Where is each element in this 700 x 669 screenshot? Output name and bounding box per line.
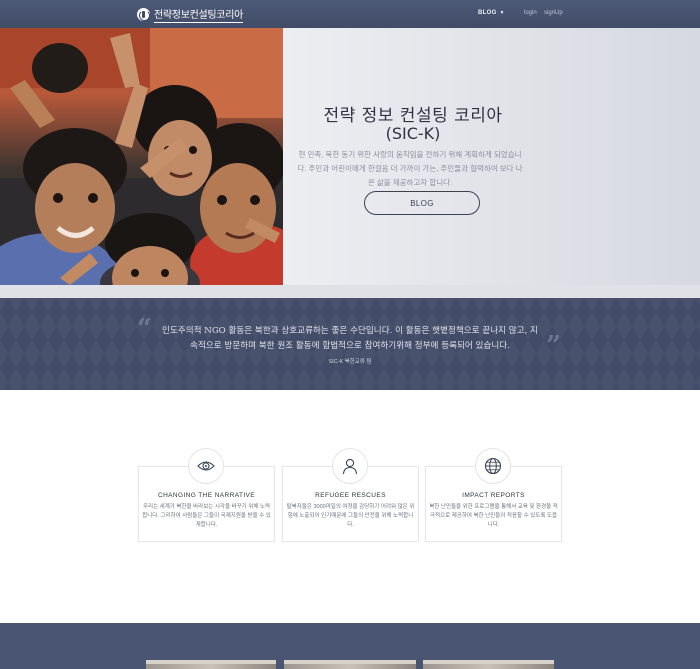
brand-link[interactable]: 전략정보컨설팅코리아 <box>137 6 243 23</box>
hero-description: 현 민족, 북한 동기 위한 사랑의 움직임을 전하기 위해 계획하게 되었습니… <box>297 150 523 187</box>
quote-text: 인도주의적 NGO 활동은 북한과 상호교류하는 좋은 수단입니다. 이 활동은… <box>162 326 538 351</box>
nav-blog-label: BLOG <box>478 10 497 16</box>
brand-name: 전략정보컨설팅코리아 <box>154 6 243 23</box>
top-navbar: 전략정보컨설팅코리아 BLOG ▼ login signUp <box>0 0 700 28</box>
quote-close-icon: ” <box>546 331 561 361</box>
nav-blog-dropdown[interactable]: BLOG ▼ <box>478 10 505 16</box>
feature-text: 북한 난민들을 위한 프로그램을 통해서 교육 및 환경을 적극적으로 제공하여… <box>429 504 558 528</box>
gallery-thumbnail[interactable] <box>146 660 276 669</box>
feature-text: 우리는 세계가 북한을 바라보는 시각을 바꾸기 위해 노력합니다. 그리하여 … <box>142 504 271 528</box>
feature-text: 탈북자들은 3000마일의 여정을 감당하기 어려워 많은 위험에 노출되어 인… <box>286 504 415 528</box>
hero-bottom-strip <box>0 285 700 298</box>
feature-title: REFUGEE RESCUES <box>315 492 386 499</box>
eye-icon <box>188 448 224 484</box>
globe-icon <box>475 448 511 484</box>
gallery-thumbnail[interactable] <box>423 660 554 669</box>
hero-title: 전략 정보 컨설팅 코리아 <box>323 106 503 126</box>
gallery-thumbnail[interactable] <box>284 660 416 669</box>
chevron-down-icon: ▼ <box>499 10 505 16</box>
nav-login-link[interactable]: login <box>524 10 537 16</box>
nav-signup-link[interactable]: signUp <box>544 10 563 16</box>
hero-blog-button[interactable]: BLOG <box>364 191 480 215</box>
feature-title: IMPACT REPORTS <box>462 492 525 499</box>
hero-subtitle: (SIC-K) <box>385 124 441 143</box>
feature-title: CHANGING THE NARRATIVE <box>157 492 256 499</box>
brand-logo-icon <box>137 8 150 21</box>
quote-author: SIC-K 북한교류 팀 <box>328 359 372 365</box>
person-icon <box>332 448 368 484</box>
quote-open-icon: “ <box>137 314 152 344</box>
hero-children-photo <box>0 28 283 285</box>
